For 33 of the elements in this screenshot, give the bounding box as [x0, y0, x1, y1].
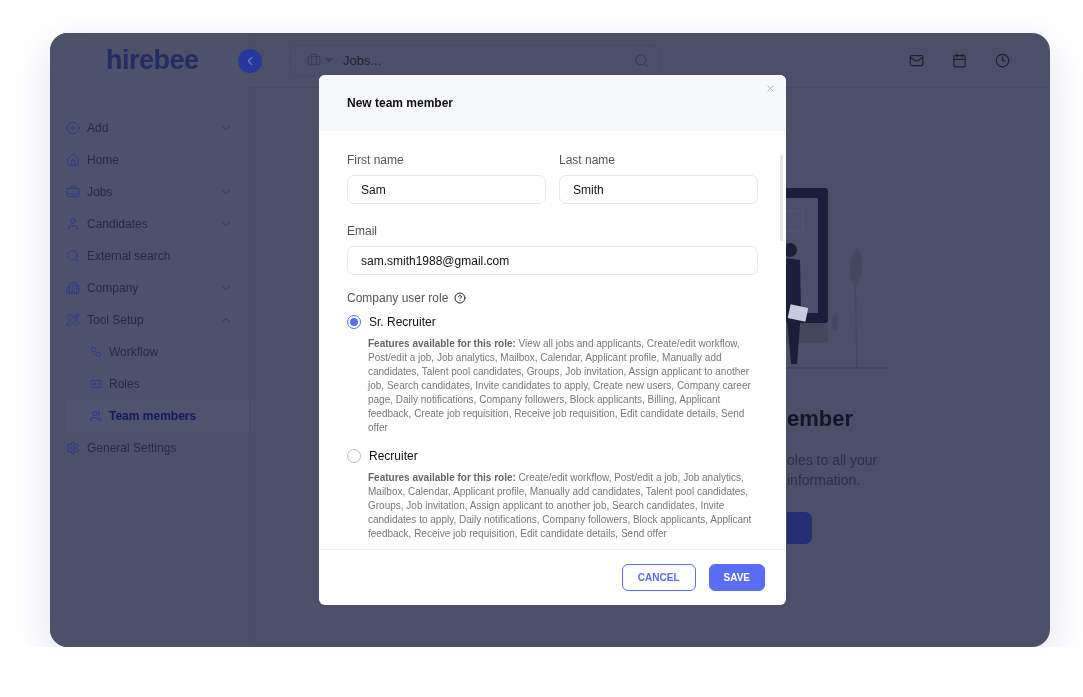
clock-icon[interactable]: [995, 52, 1010, 68]
dialog-title: New team member: [347, 96, 454, 110]
page-heading: ember: [787, 406, 855, 432]
close-icon: [765, 83, 776, 94]
field-label: Email: [347, 224, 378, 238]
menu-icon: [66, 185, 80, 199]
menu-icon: [66, 153, 80, 167]
menu-icon: [66, 313, 80, 327]
collapse-button[interactable]: [238, 49, 262, 73]
menu-icon: [66, 281, 80, 295]
input-field[interactable]: Sam: [347, 175, 546, 204]
calendar-icon[interactable]: [952, 52, 967, 68]
field-label: First name: [347, 153, 405, 167]
save-button[interactable]: SAVE: [708, 564, 765, 591]
menu-icon: [66, 121, 80, 135]
role-features: Features available for this role: View all jobs and applicants, Create/edit workflow, Post/edit a job, Job analytics, Mailbox, Calendar, Applicant profile, Manually add candidates, Talent pool candidates, Groups, Job invitation, Assign applicant to another job, Search candidates, Invite candidates to apply, Create new users, Company career page, Daily notifications, Company followers, Block applicants, Billing, Applicant feedback, Create job requisition, Receive job requisition, Edit candidate details, Send offer: [366, 337, 752, 435]
menu-icon: [66, 217, 80, 231]
role-features: Features available for this role: Create/edit workflow, Post/edit a job, Job analytics, Mailbox, Calendar, Applicant profile, Manually add candidates, Talent pool candidates, Groups, Job invitation, Assign applicant to another job, Search candidates, Invite candidates to apply, Daily notifications, Company followers, Block applicants, Applicant feedback, Receive job requisition, Edit candidate details, Send offer: [367, 471, 753, 541]
field-label: Last name: [559, 153, 617, 167]
menu-icon: [90, 346, 102, 358]
role-name: Recruiter: [369, 449, 418, 463]
menu-icon: [90, 378, 102, 390]
mail-icon[interactable]: [909, 52, 924, 68]
input-field[interactable]: sam.smith1988@gmail.com: [347, 246, 758, 275]
menu-icon: [66, 249, 80, 263]
help-icon[interactable]: [454, 292, 467, 304]
role-name: Sr. Recruiter: [369, 315, 436, 329]
menu-icon: [90, 410, 102, 422]
menu-icon: [66, 441, 80, 455]
cancel-button[interactable]: CANCEL: [621, 564, 696, 591]
add-button[interactable]: [787, 512, 812, 544]
field-label: Company user role: [347, 291, 449, 305]
input-field[interactable]: Smith: [559, 175, 758, 204]
